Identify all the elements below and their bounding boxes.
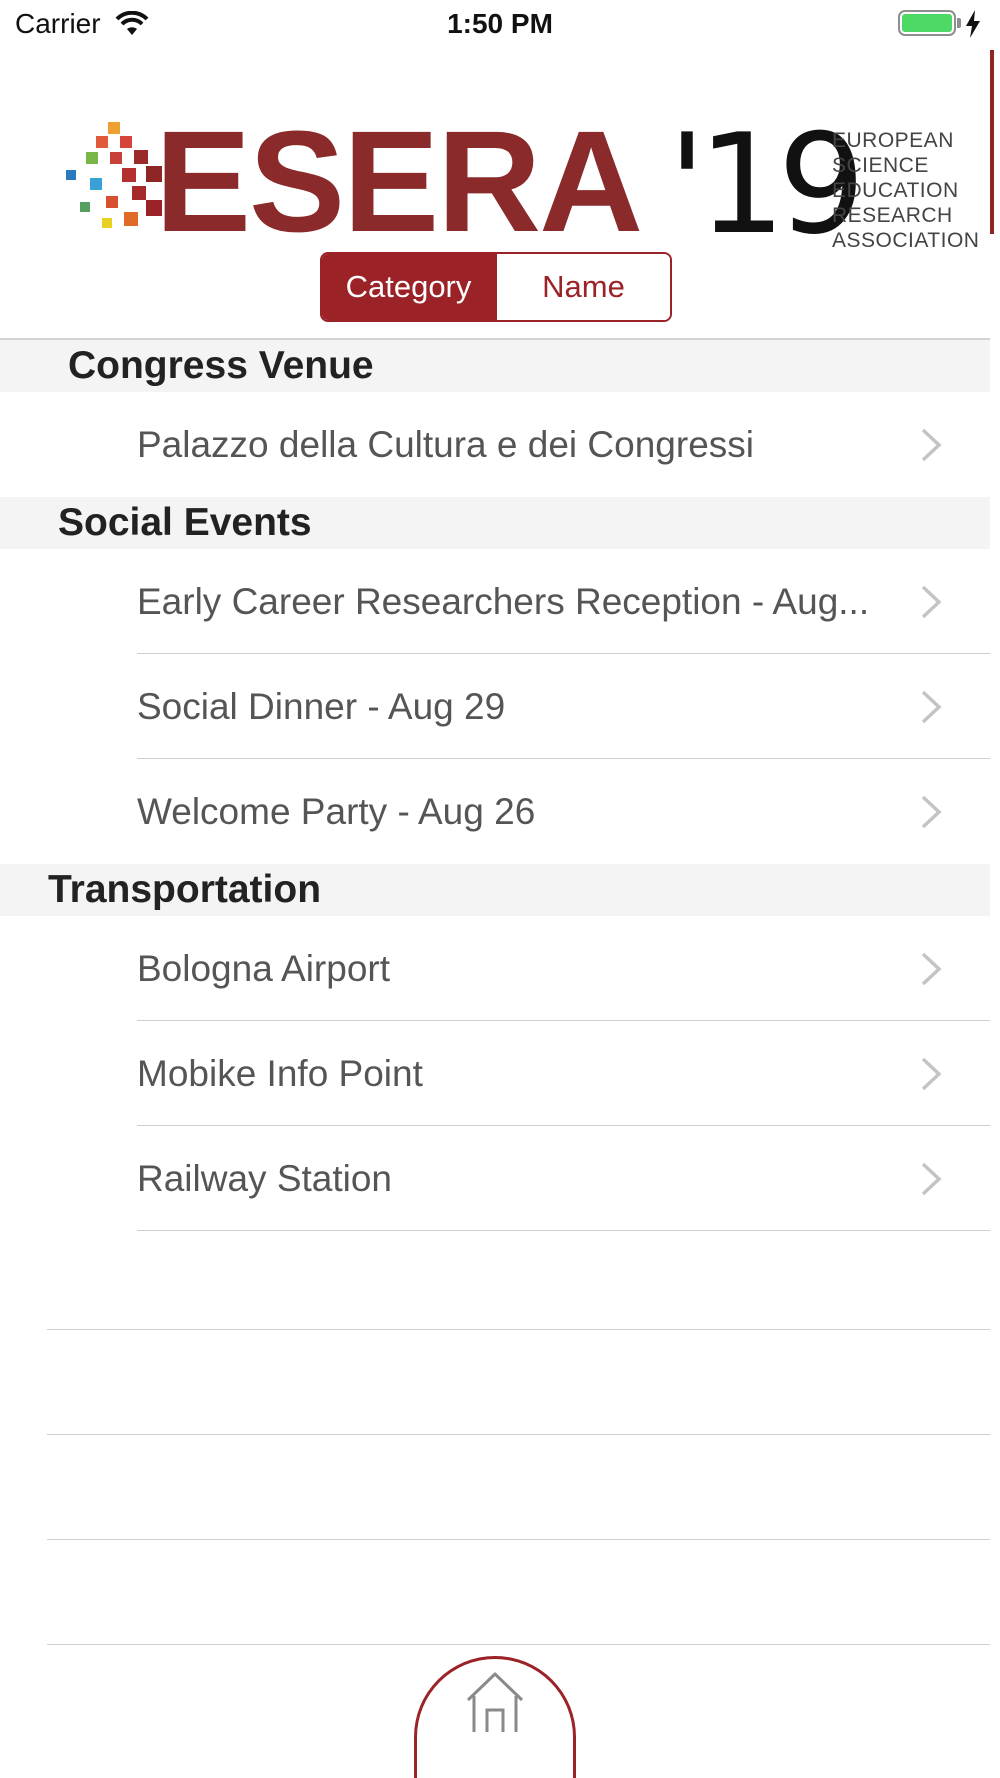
chevron-right-icon — [921, 1057, 942, 1091]
list-item[interactable]: Bologna Airport — [0, 916, 990, 1021]
section-header-social-events: Social Events — [0, 497, 990, 549]
app-header: ESERA '19 EUROPEAN SCIENCE EDUCATION RES… — [0, 50, 1000, 254]
empty-row-separator — [47, 1434, 990, 1435]
section-header-transportation: Transportation — [0, 864, 990, 916]
logo-subtitle-line: ASSOCIATION — [832, 229, 980, 252]
places-list: Congress Venue Palazzo della Cultura e d… — [0, 340, 990, 1231]
logo-subtitle-line: EDUCATION — [832, 179, 959, 202]
list-item[interactable]: Social Dinner - Aug 29 — [0, 654, 990, 759]
list-item-label: Railway Station — [137, 1157, 393, 1199]
list-item-label: Bologna Airport — [137, 947, 391, 989]
list-item[interactable]: Welcome Party - Aug 26 — [0, 759, 990, 864]
empty-row-separator — [47, 1329, 990, 1330]
list-item-label: Early Career Researchers Reception - Aug… — [137, 580, 870, 622]
list-item-label: Welcome Party - Aug 26 — [137, 790, 536, 832]
list-item[interactable]: Palazzo della Cultura e dei Congressi — [0, 392, 990, 497]
list-item-label: Social Dinner - Aug 29 — [137, 685, 506, 727]
battery-tip — [957, 18, 961, 28]
chevron-right-icon — [921, 795, 942, 829]
section-header-congress-venue: Congress Venue — [0, 340, 990, 392]
list-item-label: Palazzo della Cultura e dei Congressi — [137, 423, 755, 465]
empty-row-separator — [47, 1644, 990, 1645]
list-item[interactable]: Mobike Info Point — [0, 1021, 990, 1126]
chevron-right-icon — [921, 952, 942, 986]
segment-name[interactable]: Name — [495, 254, 670, 320]
logo-subtitle-line: SCIENCE — [832, 154, 929, 177]
battery-icon — [898, 10, 956, 36]
row-separator — [137, 1230, 990, 1231]
sort-segmented-control: Category Name — [320, 252, 672, 322]
chevron-right-icon — [921, 690, 942, 724]
status-time: 1:50 PM — [447, 8, 553, 39]
logo-subtitle-line: RESEARCH — [832, 204, 953, 227]
logo-wordmark: ESERA — [155, 101, 643, 262]
list-item-label: Mobike Info Point — [137, 1052, 423, 1094]
chevron-right-icon — [921, 585, 942, 619]
empty-row-separator — [47, 1539, 990, 1540]
chevron-right-icon — [921, 1162, 942, 1196]
list-item[interactable]: Railway Station — [0, 1126, 990, 1231]
logo-subtitle-line: EUROPEAN — [832, 129, 954, 152]
logo-year: '19 — [668, 104, 866, 265]
home-icon — [466, 1672, 524, 1732]
list-item[interactable]: Early Career Researchers Reception - Aug… — [0, 549, 990, 654]
lightning-bolt-icon — [966, 10, 980, 38]
chevron-right-icon — [921, 428, 942, 462]
scroll-indicator — [990, 50, 994, 234]
status-bar: Carrier 1:50 PM — [0, 0, 1000, 50]
segment-category[interactable]: Category — [322, 254, 495, 320]
logo-subtitle: EUROPEAN SCIENCE EDUCATION RESEARCH ASSO… — [832, 128, 979, 253]
logo-pixel-mark — [66, 122, 162, 228]
